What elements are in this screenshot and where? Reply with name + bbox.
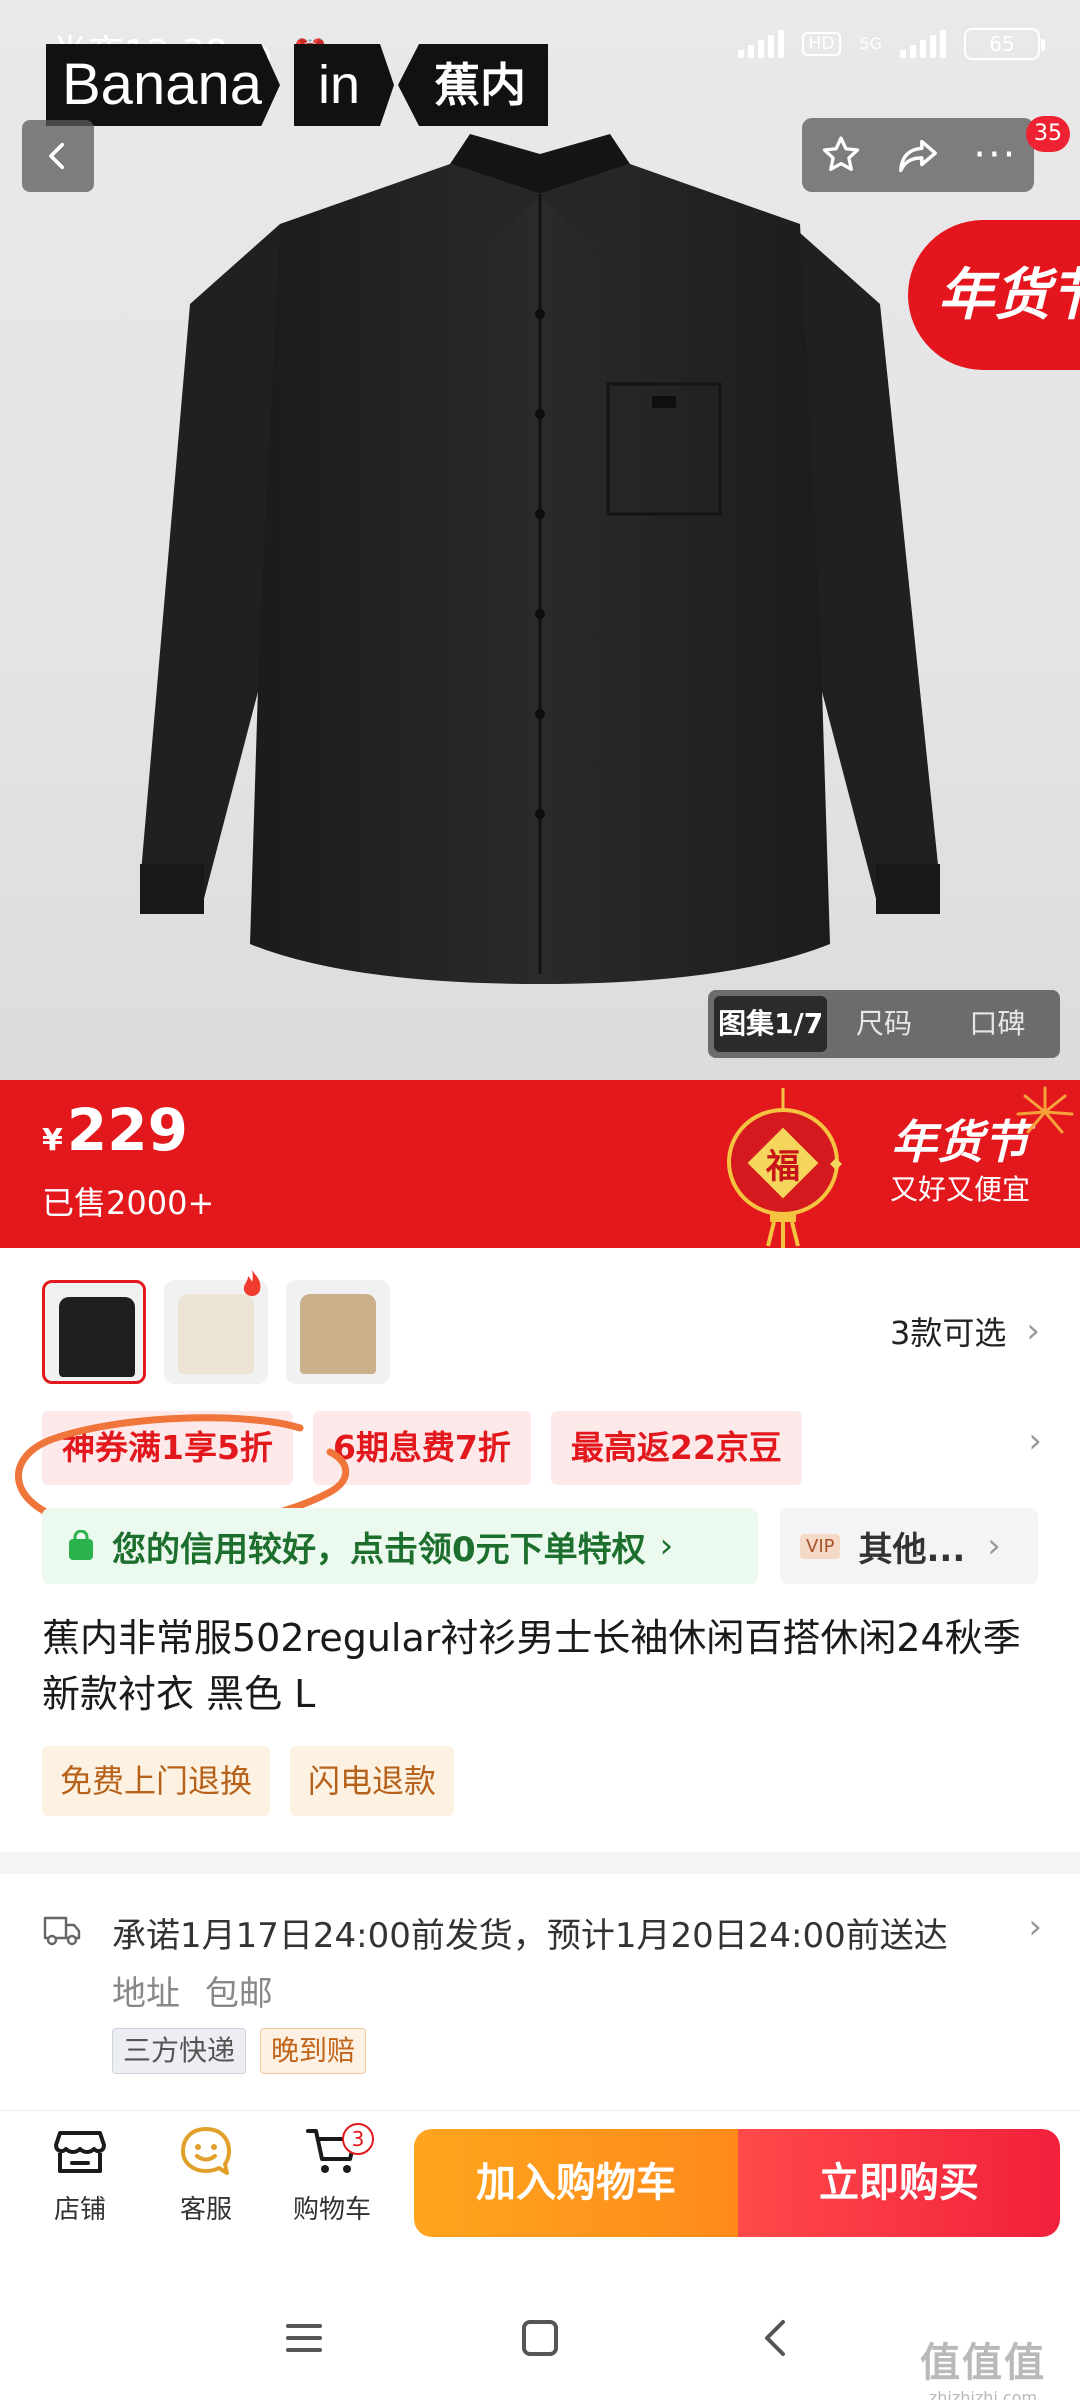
back-button[interactable] — [22, 120, 94, 192]
chevron-right-icon[interactable]: › — [1028, 1424, 1042, 1458]
store-button[interactable]: 店铺 — [30, 2123, 130, 2226]
system-nav-bar — [0, 2270, 1080, 2400]
hd-badge: HD — [801, 32, 842, 56]
favorite-button[interactable] — [811, 125, 871, 185]
lantern-icon: 福 — [727, 1088, 842, 1248]
other-benefits[interactable]: VIP 其他... › — [780, 1508, 1038, 1584]
chevron-right-icon: › — [1026, 1311, 1040, 1351]
tab-size[interactable]: 尺码 — [827, 996, 940, 1052]
product-image — [140, 134, 940, 984]
chevron-right-icon: › — [659, 1526, 674, 1566]
share-button[interactable] — [888, 125, 948, 185]
tab-reviews[interactable]: 口碑 — [941, 996, 1054, 1052]
cart-button[interactable]: 3 购物车 — [282, 2123, 382, 2226]
festival-banner[interactable]: 年货节 又好又便宜 — [890, 1116, 1030, 1208]
variants-count[interactable]: 3款可选 › — [890, 1308, 1040, 1354]
service-label: 客服 — [179, 2195, 232, 2225]
battery-indicator: 65 — [964, 28, 1045, 60]
home-square-icon — [522, 2320, 558, 2356]
purchase-buttons: 加入购物车 立即购买 — [414, 2129, 1060, 2237]
coupon-tag[interactable]: 最高返22京豆 — [550, 1411, 802, 1485]
store-icon — [54, 2131, 106, 2173]
cart-label: 购物车 — [292, 2195, 371, 2225]
service-tags: 免费上门退换 闪电退款 — [42, 1746, 455, 1816]
message-badge: 35 — [1026, 116, 1070, 152]
cart-count-badge: 3 — [342, 2123, 374, 2155]
delivery-truck-icon — [43, 1916, 81, 1946]
product-image-area[interactable]: 半夜12:38 ⊘ ⏰ HD 5G 65 Banana in 蕉内 — [0, 0, 1080, 1080]
free-shipping-label: 包邮 — [204, 1974, 273, 2014]
customer-service-icon — [181, 2127, 231, 2175]
other-label: 其他... — [858, 1529, 966, 1570]
buy-now-button[interactable]: 立即购买 — [738, 2129, 1060, 2237]
status-indicators: HD 5G 65 — [737, 28, 1045, 60]
product-title: 蕉内非常服502regular衬衫男士长袖休闲百搭休闲24秋季新款衬衣 黑色 L — [42, 1616, 1021, 1716]
lantern-char: 福 — [765, 1147, 800, 1187]
price-band: ¥229 已售2000+ 福 年货节 又好又便宜 — [0, 1080, 1080, 1248]
add-to-cart-button[interactable]: 加入购物车 — [414, 2129, 738, 2237]
chevron-right-icon: › — [987, 1526, 1001, 1566]
menu-nav-button[interactable] — [274, 2308, 334, 2368]
star-icon — [822, 136, 859, 171]
section-divider — [0, 1852, 1080, 1874]
variant-swatch — [178, 1294, 254, 1374]
price: ¥229 — [42, 1096, 188, 1164]
chevron-left-icon — [49, 142, 65, 170]
courier-tag: 三方快递 — [112, 2028, 247, 2074]
shopping-bag-icon — [69, 1530, 93, 1560]
customer-service-button[interactable]: 客服 — [156, 2123, 256, 2226]
wifi-signal-icon — [737, 30, 784, 58]
menu-icon — [286, 2324, 322, 2352]
service-tag[interactable]: 免费上门退换 — [42, 1746, 271, 1816]
back-nav-button[interactable] — [746, 2308, 806, 2368]
festival-tag[interactable]: 年货节 — [908, 220, 1080, 370]
variant-swatch — [59, 1297, 135, 1377]
service-tag[interactable]: 闪电退款 — [290, 1746, 455, 1816]
bottom-action-bar: 店铺 客服 3 购物车 加入购物车 立即购买 — [0, 2110, 1080, 2250]
sold-count: 已售2000+ — [42, 1184, 215, 1222]
top-action-group: ··· — [802, 118, 1034, 192]
shipping-address-line: 地址 包邮 — [112, 1966, 273, 2015]
shipping-tags: 三方快递 晚到赔 — [112, 2028, 367, 2074]
back-arrow-icon — [765, 2320, 785, 2356]
more-button[interactable]: ··· — [965, 125, 1025, 185]
chevron-right-icon: › — [1028, 1907, 1042, 1947]
variant-thumb-black[interactable] — [42, 1280, 146, 1384]
credit-banner[interactable]: 您的信用较好，点击领0元下单特权 › — [42, 1508, 758, 1584]
more-icon: ··· — [973, 132, 1018, 178]
watermark: 值值值 zhizhizhi.com — [920, 2330, 1046, 2400]
watermark-logo: 值值值 — [920, 2340, 1046, 2386]
credit-text: 您的信用较好，点击领0元下单特权 — [112, 1529, 646, 1570]
price-amount: 229 — [66, 1096, 188, 1164]
vip-badge: VIP — [800, 1533, 841, 1559]
variant-thumb-khaki[interactable] — [286, 1280, 390, 1384]
firework-icon — [1016, 1086, 1074, 1134]
variants-count-label: 3款可选 — [890, 1314, 1007, 1352]
variant-selector[interactable]: 3款可选 › — [0, 1268, 1080, 1388]
tab-gallery[interactable]: 图集1/7 — [714, 996, 828, 1052]
watermark-url: zhizhizhi.com — [928, 2388, 1038, 2400]
gallery-tabs: 图集1/7 尺码 口碑 — [708, 990, 1060, 1058]
cell-signal-icon — [900, 30, 946, 58]
share-icon — [899, 139, 937, 173]
address-label: 地址 — [112, 1974, 180, 2014]
shipping-promise: 承诺1月17日24:00前发货，预计1月20日24:00前送达 — [112, 1916, 948, 1956]
currency-symbol: ¥ — [42, 1123, 63, 1158]
variant-swatch — [300, 1294, 376, 1374]
home-nav-button[interactable] — [510, 2308, 570, 2368]
network-label: 5G — [859, 34, 882, 53]
festival-slogan: 又好又便宜 — [890, 1173, 1031, 1206]
festival-title: 年货节 — [891, 1115, 1029, 1169]
store-label: 店铺 — [53, 2195, 106, 2225]
brand-logo: Banana in 蕉内 — [46, 44, 549, 126]
late-compensation-tag: 晚到赔 — [260, 2028, 367, 2074]
shipping-section[interactable]: 承诺1月17日24:00前发货，预计1月20日24:00前送达 地址 包邮 › … — [0, 1900, 1080, 2100]
hot-icon — [243, 1270, 261, 1296]
